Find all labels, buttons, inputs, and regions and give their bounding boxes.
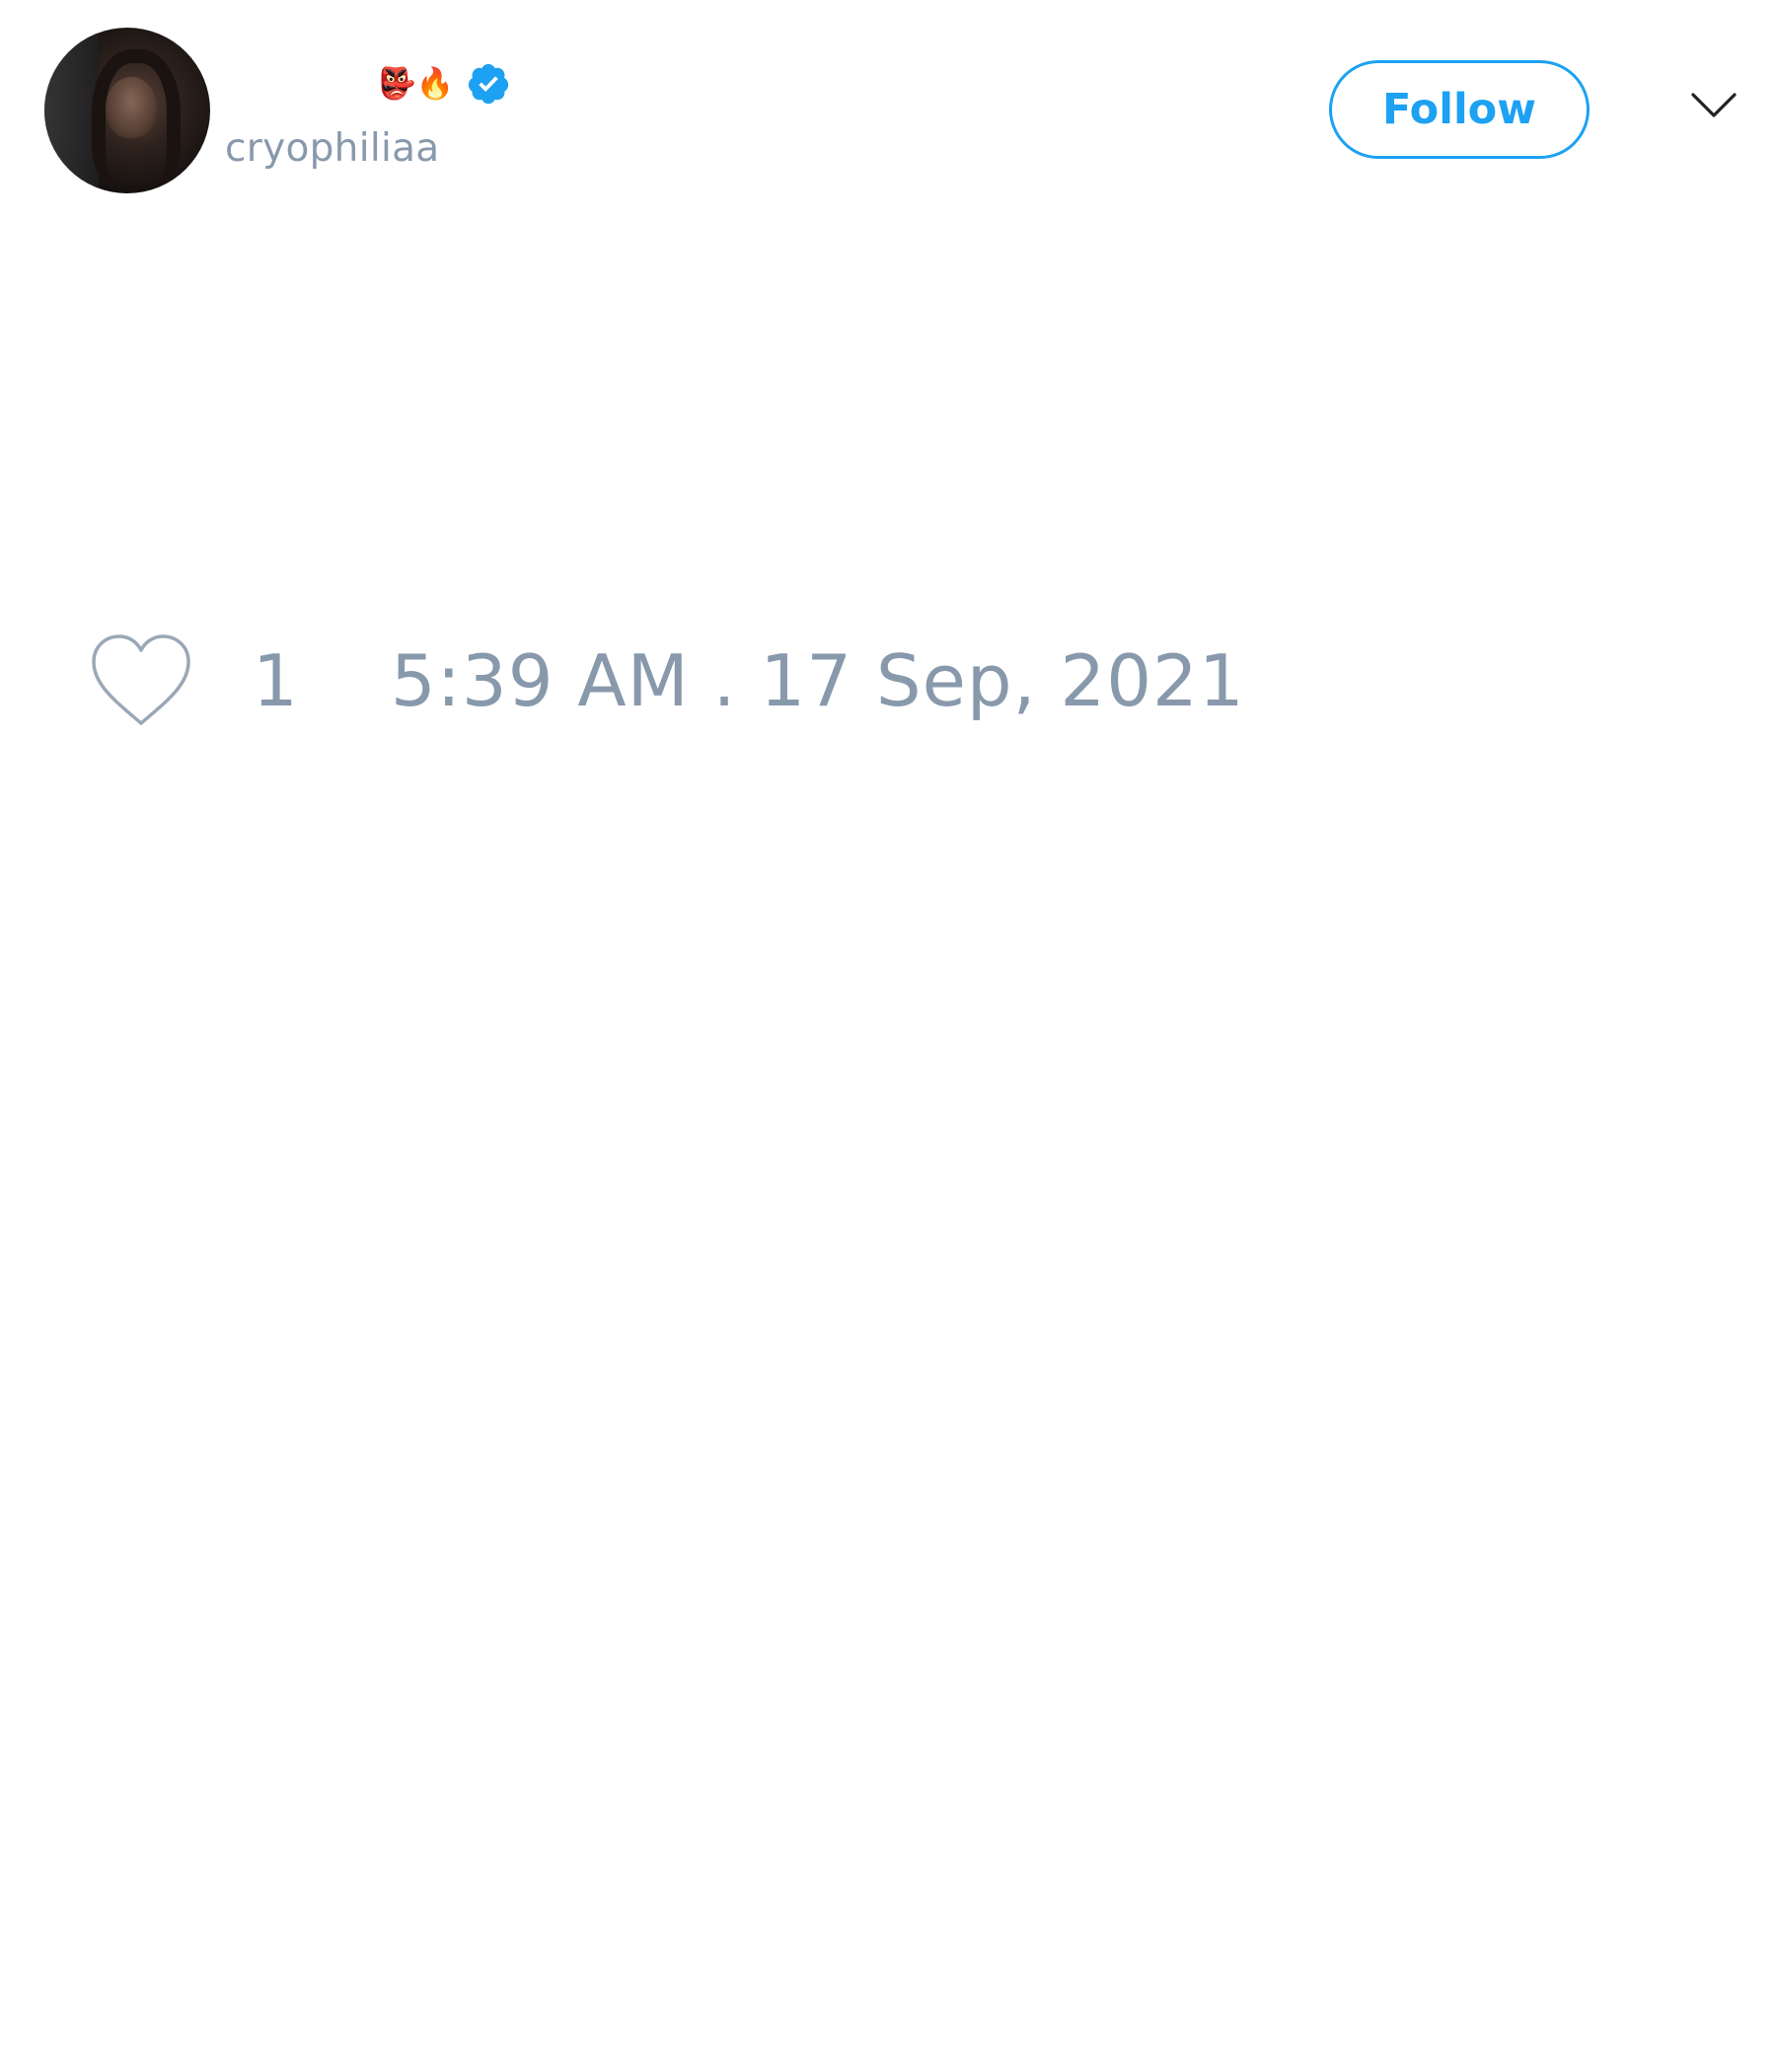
tweet-timestamp[interactable]: 5:39 AM . 17 Sep, 2021 (391, 639, 1245, 722)
author-name[interactable]: 👺🔥 (378, 61, 511, 107)
follow-button[interactable]: Follow (1329, 60, 1590, 159)
chevron-down-icon[interactable] (1690, 91, 1738, 120)
heart-icon[interactable] (89, 632, 193, 729)
avatar[interactable] (44, 28, 210, 193)
tweet-card: 👺🔥 cryophiliaa Follow 1 5:39 AM . 17 Sep… (0, 0, 1776, 2072)
verified-badge-icon (469, 63, 509, 105)
tweet-footer: 1 5:39 AM . 17 Sep, 2021 (89, 631, 1245, 730)
like-count: 1 (253, 639, 298, 722)
author-handle[interactable]: cryophiliaa (225, 126, 440, 171)
name-emojis: 👺🔥 (378, 66, 455, 102)
